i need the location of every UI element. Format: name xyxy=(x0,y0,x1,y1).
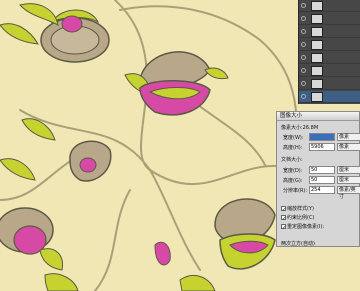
constrain-proportions-checkbox[interactable]: ✓约束比例(C) xyxy=(281,214,314,222)
eye-icon[interactable] xyxy=(301,42,306,47)
pixel-width-row: 宽度(W): 像素 xyxy=(281,133,360,142)
layer-thumbnail[interactable] xyxy=(311,66,323,76)
document-size-label: 文档大小: xyxy=(281,157,303,163)
eye-icon[interactable] xyxy=(301,68,306,73)
layer-thumbnail[interactable] xyxy=(311,79,323,89)
checkbox-icon: ✓ xyxy=(281,206,287,213)
pixel-height-input[interactable] xyxy=(309,143,335,151)
layer-row[interactable] xyxy=(299,39,360,51)
eye-icon[interactable] xyxy=(301,81,306,86)
layer-row[interactable] xyxy=(299,65,360,77)
doc-width-row: 宽度(D): 厘米 xyxy=(281,166,360,175)
layer-thumbnail[interactable] xyxy=(311,14,323,24)
pixel-height-label: 高度(H): xyxy=(283,145,303,151)
checkbox-icon: ✓ xyxy=(281,215,287,222)
layer-row[interactable] xyxy=(299,78,360,90)
layer-row[interactable] xyxy=(299,13,360,25)
layer-thumbnail[interactable] xyxy=(311,27,323,37)
eye-icon[interactable] xyxy=(301,16,306,21)
doc-height-label: 高度(G): xyxy=(283,178,303,184)
doc-width-label: 宽度(D): xyxy=(283,168,303,174)
pixel-height-unit-select[interactable]: 像素 xyxy=(337,143,360,151)
doc-width-unit-select[interactable]: 厘米 xyxy=(337,166,360,174)
pixel-width-unit-select[interactable]: 像素 xyxy=(337,133,360,141)
eye-icon[interactable] xyxy=(301,55,306,60)
checkbox-icon: ✓ xyxy=(281,224,287,231)
pixel-dimensions-label: 像素大小:26.8M xyxy=(281,125,319,131)
layer-row[interactable] xyxy=(299,26,360,38)
resolution-unit-select[interactable]: 像素/英寸 xyxy=(337,186,360,200)
layer-row[interactable] xyxy=(299,0,360,12)
eye-icon[interactable] xyxy=(301,3,306,8)
dialog-title[interactable]: 图像大小 xyxy=(277,112,359,121)
eye-icon[interactable] xyxy=(301,29,306,34)
resolution-input[interactable] xyxy=(309,186,335,194)
doc-width-input[interactable] xyxy=(309,166,335,174)
layer-thumbnail[interactable] xyxy=(311,1,323,11)
eye-icon[interactable] xyxy=(301,94,306,99)
layer-thumbnail[interactable] xyxy=(311,40,323,50)
resample-image-checkbox[interactable]: ✓重定图像像素(I): xyxy=(281,223,324,231)
layer-row[interactable] xyxy=(299,52,360,64)
layer-row[interactable] xyxy=(299,91,360,103)
layer-thumbnail[interactable] xyxy=(311,53,323,63)
doc-height-unit-select[interactable]: 厘米 xyxy=(337,176,360,184)
pixel-width-input[interactable] xyxy=(309,133,335,141)
resolution-label: 分辨率(R): xyxy=(283,188,308,194)
layer-thumbnail[interactable] xyxy=(311,92,323,102)
pixel-width-label: 宽度(W): xyxy=(283,135,304,141)
layers-panel xyxy=(298,0,360,104)
scale-styles-checkbox[interactable]: ✓缩放样式(Y) xyxy=(281,205,314,213)
resample-method-select[interactable]: 两次立方(自动) xyxy=(281,240,359,247)
image-size-dialog: 图像大小 像素大小:26.8M 宽度(W): 像素 高度(H): 像素 文档大小… xyxy=(276,111,360,247)
pixel-height-row: 高度(H): 像素 xyxy=(281,143,360,152)
resolution-row: 分辨率(R): 像素/英寸 xyxy=(281,186,360,200)
doc-height-input[interactable] xyxy=(309,176,335,184)
doc-height-row: 高度(G): 厘米 xyxy=(281,176,360,185)
